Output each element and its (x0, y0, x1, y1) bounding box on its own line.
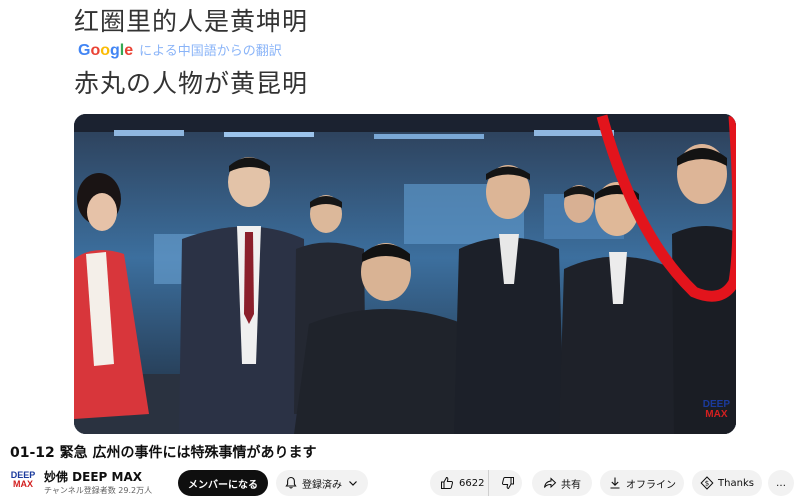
translation-note: による中国語からの翻訳 (139, 44, 282, 59)
google-translate-credit: Google による中国語からの翻訳 (78, 40, 282, 60)
chevron-down-icon (349, 481, 357, 486)
channel-name[interactable]: 妙佛 DEEP MAX (44, 468, 142, 485)
bell-icon (285, 476, 297, 489)
thumbs-down-icon (501, 477, 514, 490)
translation-caption: 红圈里的人是黄坤明 Google による中国語からの翻訳 赤丸の人物が黄昆明 (74, 0, 324, 100)
thanks-button[interactable]: $ Thanks (692, 470, 762, 496)
share-button[interactable]: 共有 (532, 470, 592, 496)
subscriber-count: チャンネル登録者数 29.2万人 (44, 486, 153, 495)
subscribed-label: 登録済み (302, 479, 342, 491)
super-thanks-icon: $ (700, 476, 714, 490)
video-frame (74, 114, 736, 434)
japanese-caption: 赤丸の人物が黄昆明 (74, 69, 309, 98)
share-arrow-icon (544, 477, 557, 489)
svg-text:$: $ (705, 480, 709, 488)
join-membership-button[interactable]: メンバーになる (178, 470, 268, 496)
like-button[interactable]: 6622 (430, 470, 490, 496)
like-count: 6622 (459, 477, 485, 489)
more-actions-button[interactable]: … (768, 470, 794, 496)
subscribed-button[interactable]: 登録済み (276, 470, 368, 496)
video-player[interactable]: DEEP MAX (74, 114, 736, 434)
video-action-bar: DEEP MAX 妙佛 DEEP MAX チャンネル登録者数 29.2万人 メン… (0, 468, 800, 498)
dislike-button[interactable] (493, 470, 522, 496)
thumbs-up-icon (441, 476, 453, 489)
deepmax-watermark-logo: DEEP MAX (702, 399, 730, 420)
google-logo: Google (78, 42, 134, 59)
download-offline-button[interactable]: オフライン (600, 470, 684, 496)
chinese-caption: 红圈里的人是黄坤明 (74, 7, 309, 36)
video-title: 01-12 緊急 広州の事件には特殊事情があります (10, 445, 317, 461)
thanks-label: Thanks (718, 477, 754, 489)
like-dislike-group: 6622 (430, 470, 522, 496)
join-membership-label: メンバーになる (188, 479, 258, 491)
youtube-watch-page: 红圈里的人是黄坤明 Google による中国語からの翻訳 赤丸の人物が黄昆明 D… (0, 0, 800, 498)
more-icon: … (776, 477, 786, 489)
download-icon (610, 477, 620, 489)
channel-avatar[interactable]: DEEP MAX (10, 471, 36, 495)
share-label: 共有 (561, 479, 581, 491)
offline-label: オフライン (626, 479, 676, 491)
